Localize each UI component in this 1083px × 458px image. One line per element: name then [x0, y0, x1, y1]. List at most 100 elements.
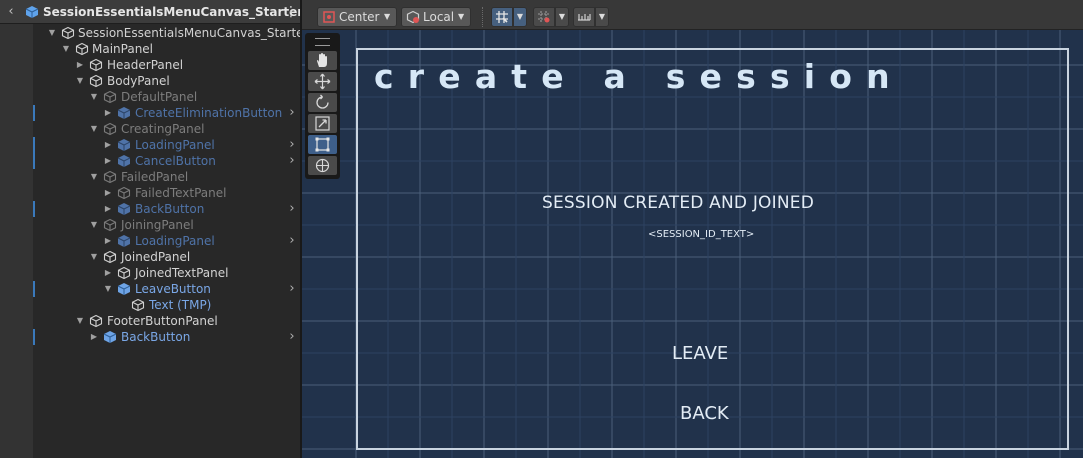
tree-row[interactable]: ▶ LoadingPanel › — [0, 137, 300, 153]
move-tool-button[interactable] — [308, 72, 337, 91]
expand-arrow-icon[interactable]: ▼ — [103, 281, 113, 297]
tree-row[interactable]: ▶ JoinedTextPanel — [0, 265, 300, 281]
scale-tool-icon — [315, 116, 330, 131]
tree-row[interactable]: ▶ BackButton › — [0, 201, 300, 217]
gameobject-cube-icon — [103, 90, 117, 104]
increment-snap-toggle[interactable] — [533, 7, 555, 27]
palette-drag-handle[interactable] — [315, 38, 330, 46]
selection-marker — [33, 153, 35, 169]
grid-snap-toggle[interactable] — [491, 7, 513, 27]
hand-tool-button[interactable] — [308, 51, 337, 70]
hierarchy-panel: ‹ SessionEssentialsMenuCanvas_Starter ⋮ … — [0, 0, 300, 458]
open-prefab-chevron-icon[interactable]: › — [287, 233, 297, 249]
selection-marker — [33, 137, 35, 153]
dropdown-arrow-icon: ▼ — [458, 12, 465, 21]
grid-snap-dropdown[interactable]: ▼ — [513, 7, 527, 27]
tree-row[interactable]: ▼ SessionEssentialsMenuCanvas_Starter — [0, 25, 300, 41]
ruler-icon — [578, 14, 591, 21]
open-prefab-chevron-icon[interactable]: › — [287, 201, 297, 217]
tree-row[interactable]: ▶ HeaderPanel — [0, 57, 300, 73]
tree-row[interactable]: ▼ CreatingPanel — [0, 121, 300, 137]
collapse-arrow-icon[interactable]: ▶ — [103, 265, 113, 281]
tree-row-label: FooterButtonPanel — [107, 314, 218, 328]
canvas-title: create a session — [374, 57, 904, 96]
tree-row[interactable]: ▶ CreateEliminationButton › — [0, 105, 300, 121]
collapse-arrow-icon[interactable]: ▶ — [103, 105, 113, 121]
tree-row-label: FailedTextPanel — [135, 186, 227, 200]
tree-row[interactable]: ▼ FooterButtonPanel — [0, 313, 300, 329]
tree-row[interactable]: ▼ FailedPanel — [0, 169, 300, 185]
expand-arrow-icon[interactable]: ▼ — [89, 217, 99, 233]
tree-row[interactable]: ▶ BackButton › — [0, 329, 300, 345]
increment-snap-dropdown[interactable]: ▼ — [555, 7, 569, 27]
pivot-label: Center — [339, 10, 380, 24]
ruler-dropdown[interactable]: ▼ — [595, 7, 609, 27]
prefab-cube-icon — [117, 283, 131, 295]
expand-arrow-icon[interactable]: ▼ — [75, 73, 85, 89]
expand-arrow-icon[interactable]: ▼ — [89, 121, 99, 137]
expand-arrow-icon[interactable]: ▼ — [61, 41, 71, 57]
tree-row[interactable]: ▼ DefaultPanel — [0, 89, 300, 105]
rotate-tool-button[interactable] — [308, 93, 337, 112]
tree-row[interactable]: ▼ JoinedPanel — [0, 249, 300, 265]
transform-tool-button[interactable] — [308, 156, 337, 175]
grid-snap-icon — [496, 11, 508, 23]
canvas-bounds — [356, 48, 1069, 450]
scene-view: Center ▼ Local ▼ ▼ ▼ ▼ create a session … — [302, 0, 1083, 458]
dropdown-arrow-icon: ▼ — [384, 12, 391, 21]
selection-marker — [33, 329, 35, 345]
expand-arrow-icon[interactable]: ▼ — [75, 313, 85, 329]
tree-row[interactable]: ▼ MainPanel — [0, 41, 300, 57]
expand-arrow-icon[interactable]: ▼ — [47, 25, 57, 41]
back-chevron-icon[interactable]: ‹ — [4, 3, 18, 21]
tree-row[interactable]: ▼ JoiningPanel — [0, 217, 300, 233]
hand-tool-icon — [317, 53, 327, 67]
tree-row-label: HeaderPanel — [107, 58, 184, 72]
hierarchy-title: SessionEssentialsMenuCanvas_Starter — [43, 5, 300, 19]
tree-row-label: FailedPanel — [121, 170, 189, 184]
tree-row-label: Text (TMP) — [149, 298, 212, 312]
tree-row-label: JoinedTextPanel — [135, 266, 229, 280]
gameobject-cube-icon — [131, 298, 145, 312]
rect-tool-icon — [315, 137, 330, 152]
expand-arrow-icon[interactable]: ▼ — [89, 89, 99, 105]
expand-arrow-icon[interactable]: ▼ — [89, 169, 99, 185]
tree-row[interactable]: ▶ FailedTextPanel — [0, 185, 300, 201]
transform-tool-icon — [315, 158, 330, 173]
space-dropdown[interactable]: Local ▼ — [401, 7, 471, 27]
tree-row[interactable]: ▶ CancelButton › — [0, 153, 300, 169]
tree-row[interactable]: Text (TMP) — [0, 297, 300, 313]
scene-viewport[interactable]: create a session SESSION CREATED AND JOI… — [302, 30, 1083, 458]
tree-row[interactable]: ▼ BodyPanel — [0, 73, 300, 89]
scale-tool-button[interactable] — [308, 114, 337, 133]
prefab-cube-icon — [117, 139, 131, 151]
open-prefab-chevron-icon[interactable]: › — [287, 105, 297, 121]
collapse-arrow-icon[interactable]: ▶ — [103, 137, 113, 153]
collapse-arrow-icon[interactable]: ▶ — [89, 329, 99, 345]
open-prefab-chevron-icon[interactable]: › — [287, 281, 297, 297]
prefab-cube-icon — [117, 107, 131, 119]
collapse-arrow-icon[interactable]: ▶ — [103, 233, 113, 249]
gameobject-cube-icon — [89, 58, 103, 72]
ruler-toggle[interactable] — [573, 7, 595, 27]
open-prefab-chevron-icon[interactable]: › — [287, 137, 297, 153]
expand-arrow-icon[interactable]: ▼ — [89, 249, 99, 265]
prefab-cube-icon — [25, 6, 39, 18]
tree-row-label: BackButton — [121, 330, 191, 344]
kebab-menu-icon[interactable]: ⋮ — [284, 3, 298, 21]
rect-tool-button[interactable] — [308, 135, 337, 154]
prefab-cube-icon — [103, 331, 117, 343]
open-prefab-chevron-icon[interactable]: › — [287, 329, 297, 345]
collapse-arrow-icon[interactable]: ▶ — [103, 201, 113, 217]
pivot-dropdown[interactable]: Center ▼ — [317, 7, 397, 27]
leave-button[interactable]: LEAVE — [672, 343, 728, 364]
tree-row[interactable]: ▶ LoadingPanel › — [0, 233, 300, 249]
open-prefab-chevron-icon[interactable]: › — [287, 153, 297, 169]
hierarchy-header: ‹ SessionEssentialsMenuCanvas_Starter ⋮ — [0, 0, 300, 24]
collapse-arrow-icon[interactable]: ▶ — [103, 185, 113, 201]
tree-row[interactable]: ▼ LeaveButton › — [0, 281, 300, 297]
collapse-arrow-icon[interactable]: ▶ — [103, 153, 113, 169]
collapse-arrow-icon[interactable]: ▶ — [75, 57, 85, 73]
tree-row-label: BodyPanel — [107, 74, 170, 88]
back-button[interactable]: BACK — [680, 403, 729, 424]
